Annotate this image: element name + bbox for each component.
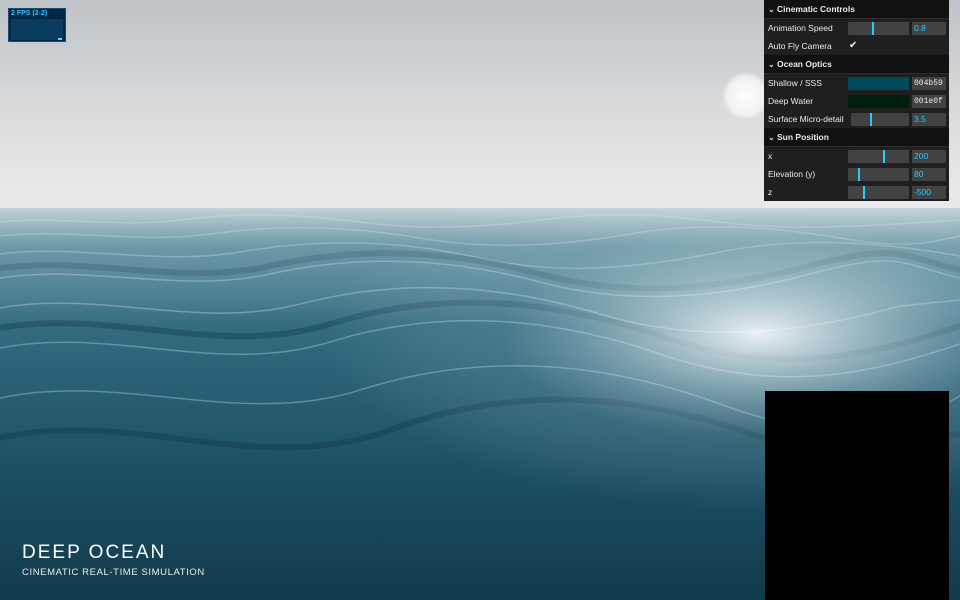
sun-x-input[interactable]: 200: [912, 150, 946, 163]
sun-x-slider[interactable]: [848, 150, 909, 163]
controls-panel[interactable]: ⌄ Cinematic Controls Animation Speed 0.8 …: [764, 0, 949, 201]
sun-elevation-input[interactable]: 80: [912, 168, 946, 181]
animation-speed-slider[interactable]: [848, 22, 909, 35]
control-label: Auto Fly Camera: [768, 41, 832, 51]
sun-glow: [722, 72, 770, 120]
shallow-hex-input[interactable]: 004b59: [912, 77, 946, 90]
fps-stats-widget[interactable]: 2 FPS (2-2): [8, 8, 66, 42]
deep-hex-input[interactable]: 001e0f: [912, 95, 946, 108]
chevron-down-icon: ⌄: [768, 5, 775, 14]
control-animation-speed: Animation Speed 0.8: [764, 19, 949, 37]
control-label: Animation Speed: [768, 23, 833, 33]
slider-handle[interactable]: [872, 22, 875, 35]
surface-detail-input[interactable]: 3.5: [912, 113, 946, 126]
folder-ocean-optics[interactable]: ⌄ Ocean Optics: [764, 55, 949, 74]
checkmark-icon[interactable]: ✔: [849, 41, 859, 51]
chevron-down-icon: ⌄: [768, 60, 775, 69]
folder-title-label: Ocean Optics: [777, 59, 832, 69]
deep-color-swatch[interactable]: [848, 95, 909, 108]
control-auto-fly-camera: Auto Fly Camera ✔: [764, 37, 949, 55]
control-label: Deep Water: [768, 96, 814, 106]
folder-sun-position[interactable]: ⌄ Sun Position: [764, 128, 949, 147]
fps-graph-bar: [58, 38, 62, 40]
control-surface-micro-detail: Surface Micro-detail 3.5: [764, 110, 949, 128]
control-sun-x: x 200: [764, 147, 949, 165]
control-label: Elevation (y): [768, 169, 816, 179]
scene-subtitle: CINEMATIC REAL-TIME SIMULATION: [22, 567, 205, 578]
scene-title: DEEP OCEAN: [22, 542, 167, 563]
control-sun-z: z -500: [764, 183, 949, 201]
slider-handle[interactable]: [883, 150, 886, 163]
control-label: z: [768, 187, 773, 197]
control-label: x: [768, 151, 773, 161]
control-shallow-sss: Shallow / SSS 004b59: [764, 74, 949, 92]
slider-handle[interactable]: [869, 113, 872, 126]
control-sun-elevation: Elevation (y) 80: [764, 165, 949, 183]
folder-cinematic-controls[interactable]: ⌄ Cinematic Controls: [764, 0, 949, 19]
control-deep-water: Deep Water 001e0f: [764, 92, 949, 110]
folder-title-label: Cinematic Controls: [777, 4, 855, 14]
control-label: Shallow / SSS: [768, 78, 822, 88]
fps-label: 2 FPS (2-2): [11, 10, 48, 17]
folder-title-label: Sun Position: [777, 132, 829, 142]
slider-handle[interactable]: [858, 168, 861, 181]
animation-speed-input[interactable]: 0.8: [912, 22, 946, 35]
surface-detail-slider[interactable]: [851, 113, 909, 126]
chevron-down-icon: ⌄: [768, 133, 775, 142]
sun-elevation-slider[interactable]: [848, 168, 909, 181]
slider-handle[interactable]: [863, 186, 866, 199]
sun-z-slider[interactable]: [848, 186, 909, 199]
fps-graph: [11, 19, 63, 40]
black-overlay-box: [765, 391, 949, 600]
sun-z-input[interactable]: -500: [912, 186, 946, 199]
shallow-color-swatch[interactable]: [848, 77, 909, 90]
control-label: Surface Micro-detail: [768, 114, 844, 124]
